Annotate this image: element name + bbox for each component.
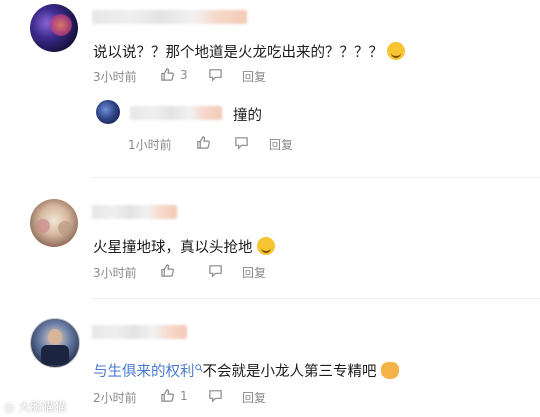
comment-time: 3小时前	[93, 70, 137, 84]
comment-text-content: 说以说？？那个地道是火龙吃出来的？？？？	[93, 45, 383, 61]
avatar[interactable]	[30, 318, 80, 368]
comment-time: 2小时前	[93, 391, 137, 405]
avatar[interactable]	[30, 199, 78, 247]
comment-button[interactable]	[208, 388, 223, 403]
weibo-logo-icon: ◎	[4, 400, 15, 414]
reply-button[interactable]: 回复	[242, 264, 266, 281]
avatar[interactable]	[30, 4, 78, 52]
like-button[interactable]: 3	[160, 67, 188, 82]
reply-avatar[interactable]	[96, 100, 120, 124]
watermark: ◎ 大脸猫猫	[4, 400, 67, 414]
username-blurred[interactable]	[92, 10, 247, 24]
comment-time: 3小时前	[93, 266, 137, 280]
comment-text: 与生俱来的权利 不会就是小龙人第三专精吧	[93, 360, 399, 381]
like-button[interactable]	[160, 263, 175, 278]
like-count: 3	[180, 67, 188, 82]
comment-bubble-icon	[208, 263, 223, 278]
search-icon[interactable]	[194, 360, 203, 372]
thumbs-up-icon	[160, 67, 175, 82]
cat-emoji-icon	[380, 362, 399, 379]
comment-bubble-icon	[234, 135, 249, 150]
reply-text: 撞的	[233, 108, 262, 124]
topic-link[interactable]: 与生俱来的权利	[93, 364, 195, 380]
comment-text: 火星撞地球，真以头抢地	[93, 236, 275, 257]
reply-comment-button[interactable]	[234, 135, 249, 150]
reply-like-button[interactable]	[196, 135, 211, 150]
grimace-emoji-icon	[256, 237, 275, 255]
thumbs-up-icon	[160, 263, 175, 278]
like-count: 1	[180, 388, 188, 403]
divider	[92, 177, 540, 178]
grimace-emoji-icon	[387, 42, 405, 60]
comment-text: 说以说？？那个地道是火龙吃出来的？？？？	[93, 41, 405, 62]
divider	[92, 298, 540, 299]
thumbs-up-icon	[160, 388, 175, 403]
reply-reply-button[interactable]: 回复	[269, 136, 293, 153]
comment-bubble-icon	[208, 388, 223, 403]
comment-text-content: 火星撞地球，真以头抢地	[93, 240, 253, 256]
comment-bubble-icon	[208, 67, 223, 82]
comment-button[interactable]	[208, 67, 223, 82]
reply-time: 1小时前	[128, 138, 172, 152]
comment-button[interactable]	[208, 263, 223, 278]
reply-button[interactable]: 回复	[242, 68, 266, 85]
username-blurred[interactable]	[92, 325, 187, 339]
reply-username-blurred[interactable]	[130, 106, 222, 120]
like-button[interactable]: 1	[160, 388, 188, 403]
reply-button[interactable]: 回复	[242, 389, 266, 406]
comment-text-content: 不会就是小龙人第三专精吧	[202, 364, 377, 380]
thumbs-up-icon	[196, 135, 211, 150]
username-blurred[interactable]	[92, 205, 177, 219]
